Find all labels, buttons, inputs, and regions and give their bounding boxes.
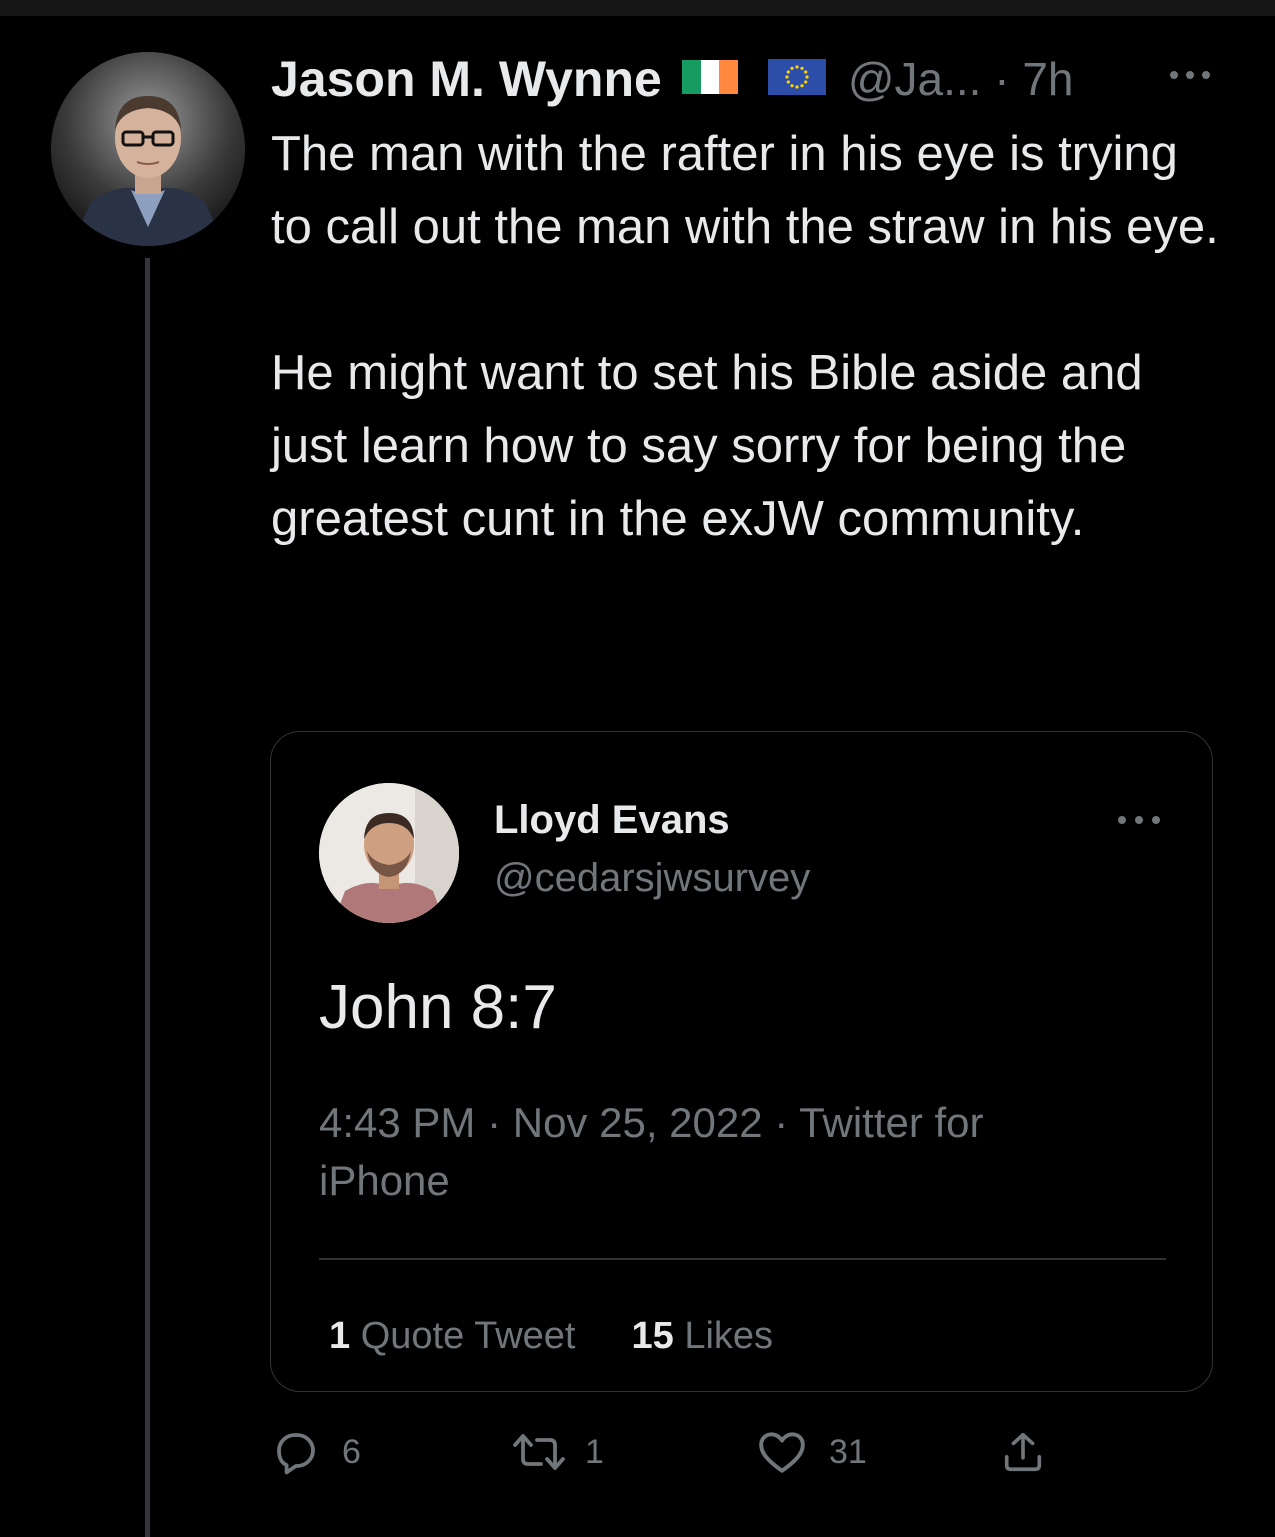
quoted-tweet-stats: 1 Quote Tweet 15 Likes — [329, 1315, 773, 1358]
quoted-author-handle[interactable]: @cedarsjwsurvey — [494, 856, 810, 901]
quoted-author-avatar[interactable] — [319, 783, 459, 923]
likes-label: Likes — [684, 1315, 774, 1357]
quoted-tweet-meta: 4:43 PM · Nov 25, 2022 · Twitter for iPh… — [319, 1099, 984, 1204]
author-photo — [51, 52, 245, 246]
quoted-tweet-text: John 8:7 — [319, 973, 557, 1042]
eu-flag-icon — [767, 58, 826, 100]
quote-tweets-stat[interactable]: 1 Quote Tweet — [329, 1315, 575, 1357]
likes-stat[interactable]: 15 Likes — [631, 1315, 773, 1357]
author-handle[interactable]: @Ja... — [848, 53, 982, 105]
share-action[interactable] — [1000, 1424, 1046, 1480]
like-count: 31 — [829, 1432, 867, 1471]
likes-count: 15 — [631, 1315, 674, 1357]
tweet-time[interactable]: 7h — [1022, 53, 1073, 105]
more-horizontal-icon[interactable] — [1166, 62, 1214, 88]
ireland-flag-icon — [681, 59, 738, 99]
quoted-divider — [319, 1258, 1166, 1260]
quote-tweets-count: 1 — [329, 1315, 351, 1357]
retweet-count: 1 — [585, 1432, 604, 1471]
tweet-paragraph: He might want to set his Bible aside and… — [271, 346, 1143, 546]
tweet-paragraph: The man with the rafter in his eye is tr… — [271, 127, 1219, 254]
share-icon — [1004, 1432, 1042, 1472]
author-display-name[interactable]: Jason M. Wynne — [271, 50, 662, 108]
tweet-header: Jason M. Wynne @Ja... · 7h — [271, 44, 1074, 114]
thread-connector-line — [145, 258, 150, 1537]
reply-count: 6 — [342, 1432, 361, 1471]
meta-separator: · — [994, 53, 1010, 105]
quote-tweets-label: Quote Tweet — [360, 1315, 576, 1357]
quoted-author-name[interactable]: Lloyd Evans — [494, 798, 730, 843]
author-avatar[interactable] — [51, 52, 245, 246]
quoted-more-horizontal-icon[interactable] — [1114, 810, 1164, 830]
reply-action[interactable]: 6 — [272, 1424, 361, 1480]
heart-icon — [759, 1432, 805, 1473]
tweet-text: The man with the rafter in his eye is tr… — [271, 118, 1231, 556]
quoted-tweet-card[interactable]: Lloyd Evans @cedarsjwsurvey John 8:7 4:4… — [270, 731, 1213, 1392]
quoted-author-photo — [319, 783, 459, 923]
like-action[interactable]: 31 — [757, 1424, 867, 1480]
top-strip — [0, 0, 1275, 16]
handle-and-time: @Ja... · 7h — [848, 52, 1074, 106]
reply-icon — [277, 1433, 315, 1475]
retweet-action[interactable]: 1 — [511, 1424, 604, 1480]
retweet-icon — [513, 1434, 565, 1470]
